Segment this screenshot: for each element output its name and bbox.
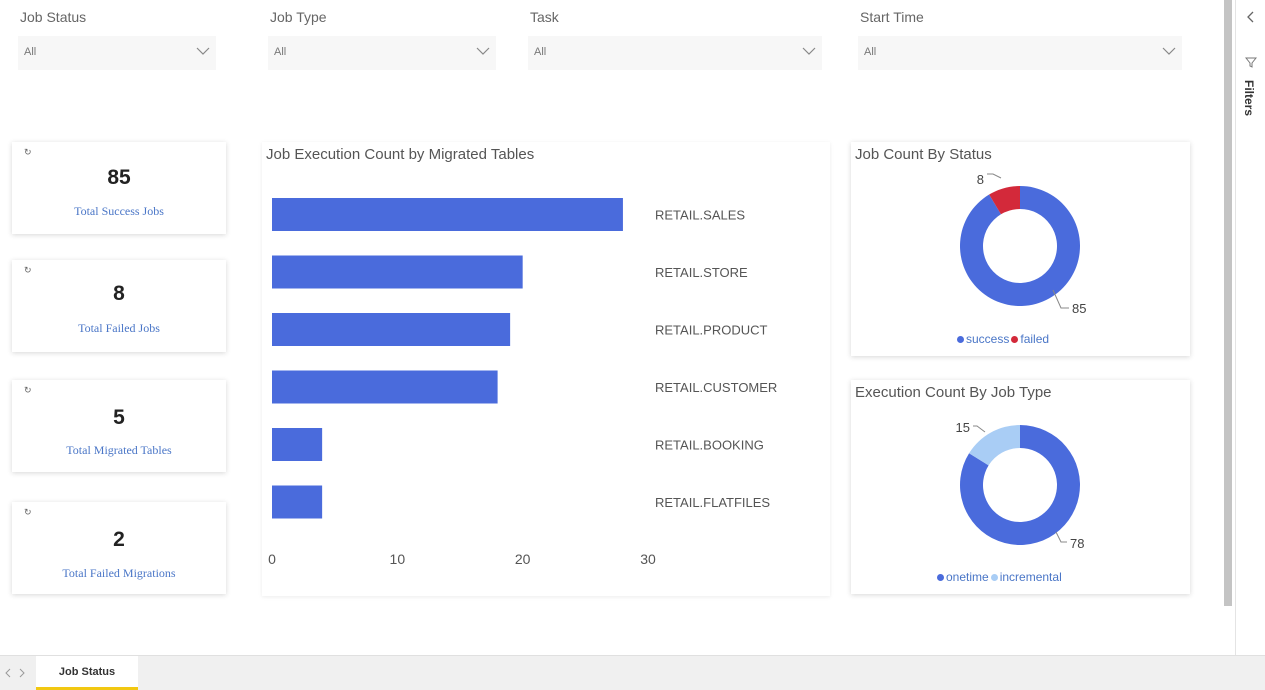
category-label: RETAIL.STORE [655,265,748,280]
kpi-card-success-jobs[interactable]: ↻ 85 Total Success Jobs [12,142,226,234]
category-label: RETAIL.PRODUCT [655,323,767,338]
task-dropdown[interactable]: All [528,36,822,70]
filters-pane-label[interactable]: Filters [1242,80,1256,116]
category-label: RETAIL.FLATFILES [655,495,770,510]
dropdown-value: All [864,46,877,58]
data-label: 15 [956,420,970,435]
prev-page-icon[interactable] [4,668,12,678]
slicer-label: Job Type [270,9,327,25]
loading-icon: ↻ [24,507,32,517]
loading-icon: ↻ [24,265,32,275]
job-type-dropdown[interactable]: All [268,36,496,70]
data-label: 8 [977,172,984,187]
bar-chart-visual[interactable]: Job Execution Count by Migrated Tables R… [262,142,830,596]
legend-item[interactable]: incremental [990,570,1062,584]
kpi-card-failed-migrations[interactable]: ↻ 2 Total Failed Migrations [12,502,226,594]
kpi-value: 8 [113,282,125,305]
dropdown-value: All [534,46,547,58]
page-tab-bar: Job Status [0,655,1265,690]
vertical-scrollbar[interactable] [1224,0,1232,606]
category-label: RETAIL.CUSTOMER [655,380,777,395]
kpi-value: 5 [113,406,125,429]
x-tick-label: 0 [268,551,276,567]
jobtype-donut-chart: 78 15 [956,420,1085,551]
slicer-label: Job Status [20,9,87,25]
data-label: 78 [1070,536,1084,551]
bar[interactable] [272,198,623,231]
chevron-down-icon [476,47,490,55]
legend-marker [937,574,944,582]
bar[interactable] [272,313,511,346]
status-donut-chart: 85 8 [960,172,1086,316]
kpi-caption: Total Migrated Tables [66,443,172,457]
kpi-caption: Total Failed Migrations [62,566,176,580]
dropdown-value: All [274,46,287,58]
legend-item[interactable]: success [957,332,1009,346]
kpi-card-migrated-tables[interactable]: ↻ 5 Total Migrated Tables [12,380,226,472]
legend-label: failed [1020,332,1050,346]
legend-marker [990,574,998,582]
slicer-label: Start Time [860,9,924,25]
kpi-value: 2 [113,528,125,551]
slicer-job-status: Job Status All [18,6,218,70]
loading-icon: ↻ [24,385,32,395]
bar-chart: RETAIL.SALES RETAIL.STORE RETAIL.PRODUCT RE… [268,198,777,567]
status-donut-visual[interactable]: Job Count By Status 85 8 success failed [851,142,1190,356]
legend-label: onetime [946,570,989,584]
slicer-job-type: Job Type All [268,6,498,70]
kpi-card-failed-jobs[interactable]: ↻ 8 Total Failed Jobs [12,260,226,352]
chevron-down-icon [802,47,816,55]
dropdown-value: All [24,46,37,58]
tab-job-status[interactable]: Job Status [36,656,138,690]
legend-item[interactable]: onetime [937,570,989,584]
kpi-value: 85 [107,166,131,189]
filter-icon [1245,57,1257,68]
category-label: RETAIL.BOOKING [655,438,764,453]
data-label: 85 [1072,301,1086,316]
legend-marker [1011,336,1019,344]
chart-legend: onetime incremental [937,570,1064,584]
job-status-dropdown[interactable]: All [18,36,216,70]
loading-icon: ↻ [24,147,32,157]
jobtype-donut-visual[interactable]: Execution Count By Job Type 78 15 onetime… [851,380,1190,594]
x-tick-label: 20 [515,551,531,567]
chart-legend: success failed [957,332,1051,346]
legend-label: incremental [999,570,1062,584]
chevron-down-icon [196,47,210,55]
slicer-task: Task All [528,6,824,70]
bar[interactable] [272,370,498,404]
slicer-label: Task [530,9,559,25]
slicer-start-time: Start Time All [858,6,1184,70]
bar[interactable] [272,428,323,461]
x-tick-label: 10 [390,551,406,567]
legend-label: success [966,332,1010,346]
chevron-down-icon [1162,47,1176,55]
kpi-caption: Total Success Jobs [74,204,164,218]
legend-item[interactable]: failed [1011,332,1049,346]
next-page-icon[interactable] [18,668,26,678]
category-label: RETAIL.SALES [655,208,745,223]
leader-line [1055,531,1067,543]
bar[interactable] [272,485,323,519]
start-time-dropdown[interactable]: All [858,36,1182,70]
x-tick-label: 30 [640,551,656,567]
bar[interactable] [272,255,523,289]
kpi-caption: Total Failed Jobs [78,321,160,335]
filters-pane[interactable]: Filters [1235,0,1265,655]
legend-marker [957,336,964,344]
leader-line [973,425,986,433]
chevron-left-icon[interactable] [1245,10,1257,24]
leader-line [987,173,1002,179]
